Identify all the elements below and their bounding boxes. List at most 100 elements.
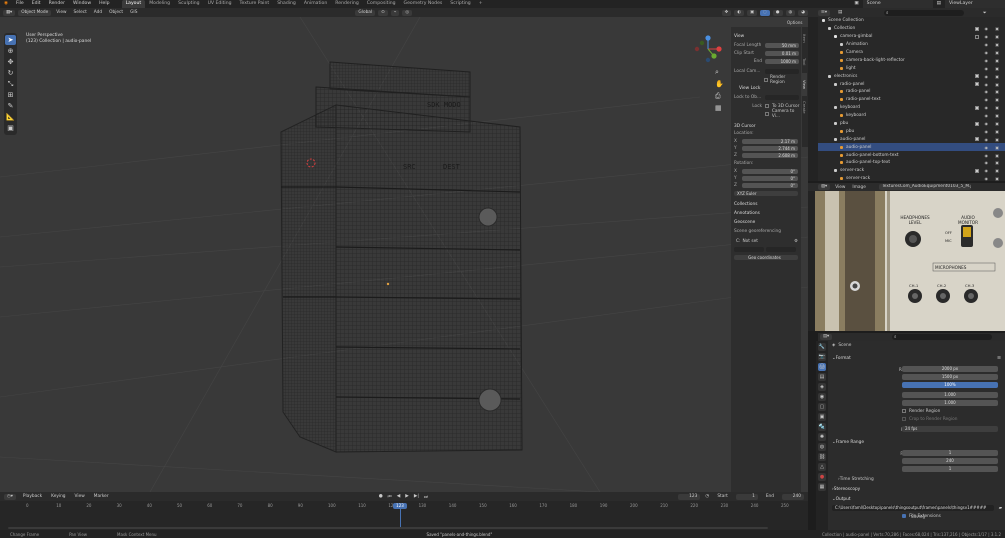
rotation-mode-dropdown[interactable]: XYZ Euler [734,191,798,196]
next-key-icon[interactable]: ▶| [414,494,419,499]
scene-properties-tab-icon[interactable]: ◈ [818,383,826,391]
clip-start-field[interactable]: 0.01 m [765,50,799,56]
output-section-title[interactable]: Output [836,497,851,502]
image-editor-type-button[interactable]: ▨▾ [818,184,831,190]
jump-end-icon[interactable]: ⏭ [424,494,428,500]
cursor-loc-y-field[interactable]: 2.744 m [742,146,798,151]
local-camera-field[interactable] [765,69,799,74]
view-layer-selector[interactable]: ViewLayer [945,0,1005,8]
format-presets-icon[interactable]: ☰ [997,356,1001,361]
workspace-tab-modeling[interactable]: Modeling [145,0,174,8]
visibility-eye-icon[interactable]: ◉ [985,66,989,71]
constraints-properties-tab-icon[interactable]: ⛓ [818,453,826,461]
render-camera-icon[interactable]: ▣ [995,58,999,63]
3d-cursor-section-title[interactable]: 3D Cursor [731,122,801,131]
proportional-edit-icon[interactable]: ◎ [402,9,413,16]
transform-tool-icon[interactable]: ⊞ [5,90,16,100]
menu-marker[interactable]: Marker [92,494,111,499]
outliner-row[interactable]: radio-panel ◉ ▣ [818,80,1005,88]
visibility-eye-icon[interactable]: ◉ [985,50,989,55]
view-lock-section-title[interactable]: View Lock [731,84,801,93]
mode-selector[interactable]: Object Mode [18,9,52,16]
menu-object[interactable]: Object [107,10,125,15]
outliner-search-input[interactable] [884,9,964,16]
outliner-exclude-checkbox[interactable] [975,121,979,126]
xray-toggle-icon[interactable]: ▣ [746,9,757,16]
crs-x-field[interactable] [734,246,764,252]
menu-add[interactable]: Add [92,10,104,15]
annotations-section-title[interactable]: Annotations [731,209,801,218]
sidebar-tab-create[interactable]: Create [802,96,807,119]
crs-settings-icon[interactable]: ⚙ [794,239,798,244]
render-camera-icon[interactable]: ▣ [995,105,999,110]
lock-to-object-field[interactable] [765,95,799,100]
outliner-exclude-checkbox[interactable] [975,26,979,31]
viewport-options-button[interactable]: Options [787,20,802,25]
preview-range-icon[interactable]: ◷ [705,494,709,499]
render-camera-icon[interactable]: ▣ [995,129,999,134]
editor-type-button[interactable]: ▦▾ [3,9,16,16]
pan-hand-icon[interactable]: ✋ [715,80,724,88]
render-properties-tab-icon[interactable]: 📷 [818,353,826,361]
render-camera-icon[interactable]: ▣ [995,97,999,102]
move-tool-icon[interactable]: ✥ [5,57,16,67]
visibility-eye-icon[interactable]: ◉ [985,129,989,134]
snap-icon[interactable]: ⌁ [390,9,400,16]
shading-wireframe-icon[interactable]: ◌ [760,9,770,16]
pivot-icon[interactable]: ⊙ [378,9,388,16]
cursor-rot-x-field[interactable]: 0° [742,169,798,174]
resolution-percentage-field[interactable]: 100% [902,382,998,388]
outliner[interactable]: Scene Collection Collection ◉ ▣ camera-gimb… [818,17,1005,181]
workspace-tab-uv-editing[interactable]: UV Editing [204,0,236,8]
current-frame-field[interactable]: 123 [678,493,701,500]
shading-rendered-icon[interactable]: ◕ [798,9,808,16]
view-layer-properties-tab-icon[interactable]: ▤ [818,373,826,381]
outliner-scene-collection[interactable]: Scene Collection [818,17,1005,25]
format-section-title[interactable]: Format [836,356,851,361]
render-camera-icon[interactable]: ▣ [995,113,999,118]
frame-rate-dropdown[interactable]: 24 fps [902,426,998,432]
render-camera-icon[interactable]: ▣ [995,50,999,55]
menu-playback[interactable]: Playback [21,494,44,499]
render-camera-icon[interactable]: ▣ [995,153,999,158]
outliner-editor-type-button[interactable]: ☰▾ [818,9,831,16]
menu-gis[interactable]: GIS [128,10,139,15]
menu-edit[interactable]: Edit [28,0,45,8]
visibility-eye-icon[interactable]: ◉ [985,168,989,173]
aspect-x-field[interactable]: 1.000 [902,392,998,398]
outliner-exclude-checkbox[interactable] [975,34,979,39]
sidebar-tab-tool[interactable]: Tool [802,50,807,73]
object-properties-tab-icon[interactable]: ▣ [818,413,826,421]
render-camera-icon[interactable]: ▣ [995,176,999,181]
workspace-tab-sculpting[interactable]: Sculpting [174,0,203,8]
sidebar-tab-item[interactable]: Item [802,27,807,50]
frame-start-field[interactable]: 1 [902,450,998,456]
workspace-tab-rendering[interactable]: Rendering [331,0,362,8]
blender-logo-icon[interactable]: ◉ [0,0,12,8]
menu-select[interactable]: Select [72,10,89,15]
workspace-tab-compositing[interactable]: Compositing [363,0,400,8]
timeline-editor-type-button[interactable]: ◷▾ [4,493,16,500]
outliner-exclude-checkbox[interactable] [975,168,979,173]
render-camera-icon[interactable]: ▣ [995,168,999,173]
outliner-row[interactable]: server-rack ◉ ▣ [818,167,1005,175]
cursor-rot-z-field[interactable]: 0° [742,183,798,188]
data-properties-tab-icon[interactable]: △ [818,463,826,471]
outliner-row[interactable]: Camera ◉ ▣ [818,49,1005,57]
frame-end-field[interactable]: 240 [902,458,998,464]
menu-view[interactable]: View [54,10,68,15]
menu-render[interactable]: Render [45,0,69,8]
add-cube-tool-icon[interactable]: ▣ [5,123,16,133]
cursor-loc-z-field[interactable]: 2.608 m [742,153,798,158]
sidebar-tab-view[interactable]: View [802,73,807,96]
navigation-gizmo[interactable] [693,34,723,64]
outliner-row[interactable]: radio-panel ◉ ▣ [818,88,1005,96]
outliner-row[interactable]: audio-panel ◉ ▣ [818,143,1005,152]
texture-properties-tab-icon[interactable]: ▦ [818,483,826,491]
cursor-loc-x-field[interactable]: 2.17 m [742,139,798,144]
menu-window[interactable]: Window [69,0,95,8]
modifier-properties-tab-icon[interactable]: 🔩 [818,423,826,431]
render-camera-icon[interactable]: ▣ [995,26,999,31]
workspace-tab-texture-paint[interactable]: Texture Paint [236,0,274,8]
workspace-tab-shading[interactable]: Shading [273,0,300,8]
